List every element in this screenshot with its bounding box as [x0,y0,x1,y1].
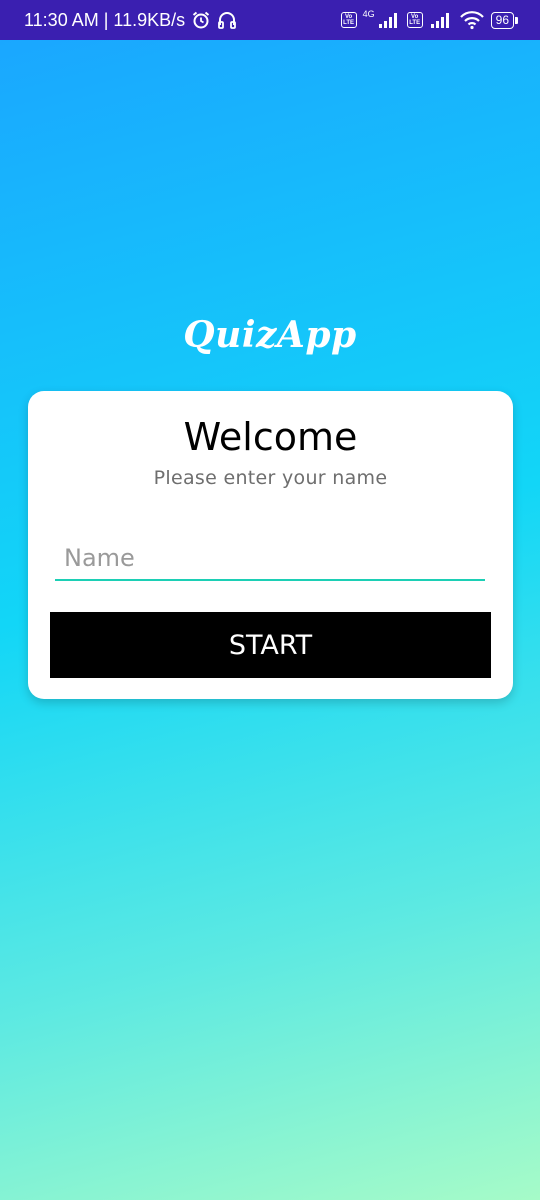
battery-level: 96 [490,11,514,29]
volte-bottom-text: LTE [343,20,355,26]
volte-bottom-text: LTE [409,20,421,26]
volte-icon: Vo LTE [406,12,423,28]
signal-icon [429,11,453,29]
welcome-heading: Welcome [183,415,358,459]
battery-cap [515,16,518,24]
app-title: QuizApp [183,314,357,356]
welcome-subtitle: Please enter your name [153,467,388,489]
status-right: Vo LTE 4G Vo LTE 96 [340,8,518,30]
app-screen: QuizApp Welcome Please enter your name S… [0,40,540,1200]
battery-icon: 96 [490,11,518,29]
headphones-icon [217,10,237,30]
welcome-card: Welcome Please enter your name START [28,391,513,699]
wifi-icon [459,10,485,30]
status-bar: 11:30 AM | 11.9KB/s Vo LTE 4G Vo LTE 96 [0,0,540,40]
network-type-label: 4G [362,8,375,19]
status-left: 11:30 AM | 11.9KB/s [24,10,237,31]
status-time-speed: 11:30 AM | 11.9KB/s [24,9,186,30]
signal-icon [377,11,401,29]
start-button[interactable]: START [50,612,491,678]
alarm-icon [191,10,211,30]
volte-icon: Vo LTE [340,12,357,28]
name-input[interactable] [55,537,485,581]
